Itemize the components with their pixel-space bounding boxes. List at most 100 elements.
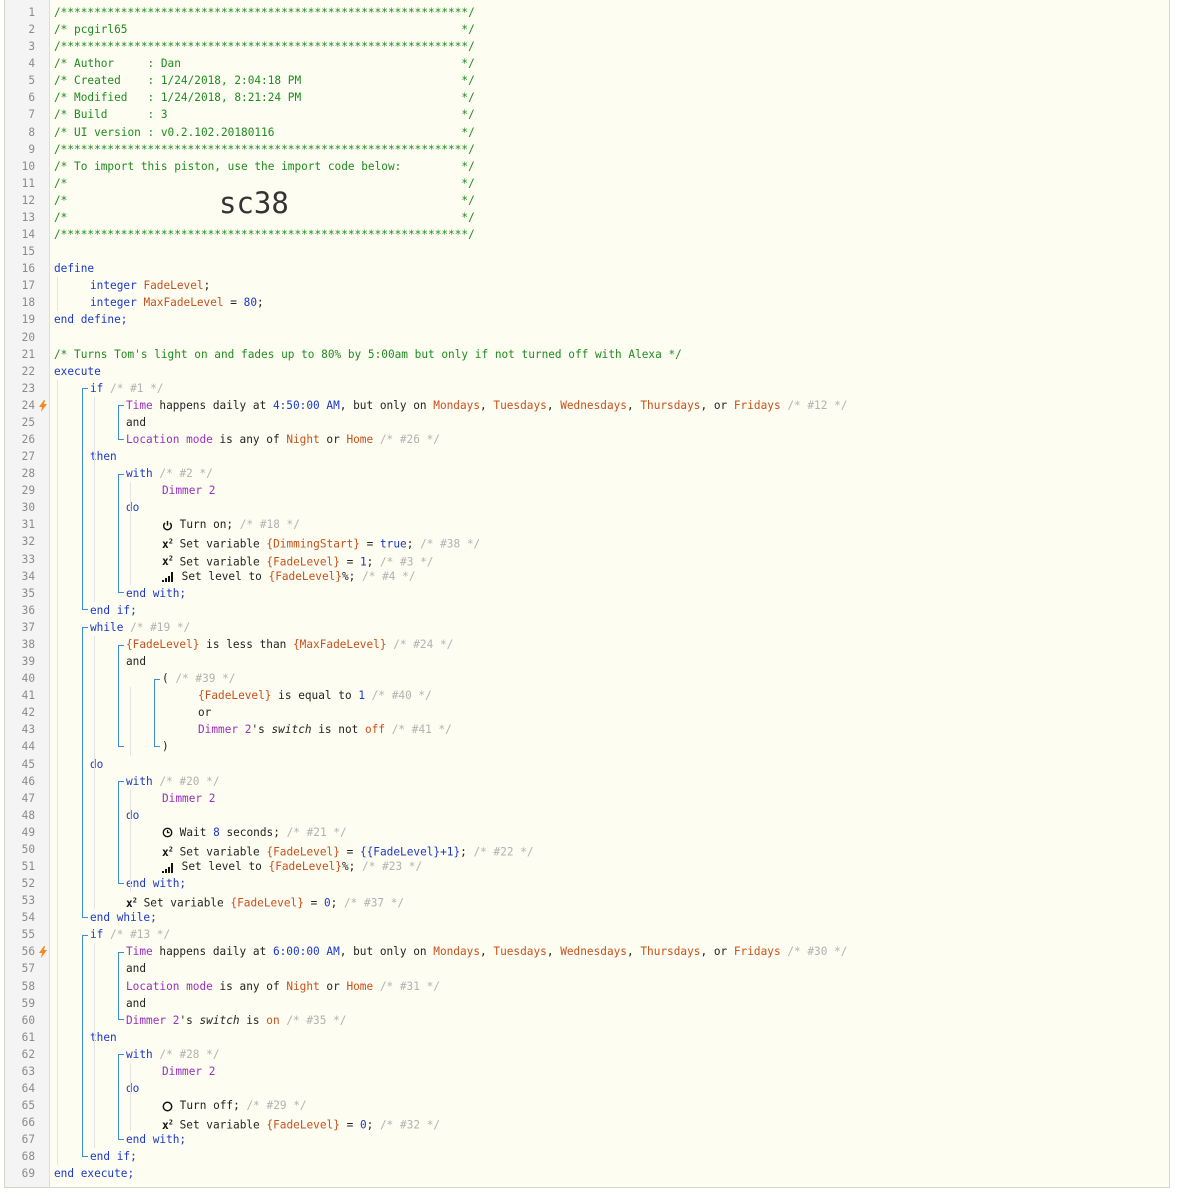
code-line: Location mode is any of Night or Home /*… bbox=[126, 978, 440, 995]
code-token: {FadeLevel} bbox=[268, 569, 342, 583]
block-bracket bbox=[118, 951, 124, 1021]
code-line: and bbox=[126, 414, 146, 431]
code-token: 's bbox=[251, 723, 272, 737]
line-number: 15 bbox=[21, 245, 35, 259]
code-token: Set variable bbox=[136, 896, 231, 910]
code-token: Tuesdays bbox=[493, 398, 547, 412]
line-number: 25 bbox=[21, 415, 35, 429]
code-token: Set variable bbox=[172, 538, 267, 552]
code-token: Time bbox=[126, 398, 153, 412]
code-token: 80 bbox=[243, 296, 257, 310]
code-line: /* To import this piston, use the import… bbox=[54, 158, 475, 175]
line-number: 27 bbox=[21, 450, 35, 464]
code-token: , or bbox=[700, 945, 734, 959]
code-token: , bbox=[480, 398, 494, 412]
code-token: ; bbox=[406, 538, 421, 552]
code-line: /* Build : 3 */ bbox=[54, 106, 475, 123]
code-token: /* #41 */ bbox=[385, 723, 452, 737]
code-line: with /* #20 */ bbox=[126, 773, 220, 790]
line-number: 16 bbox=[21, 262, 35, 276]
code-token: {FadeLevel} bbox=[266, 845, 340, 859]
code-token: Dimmer 2 bbox=[162, 484, 216, 498]
code-line: x2 Set variable {FadeLevel} = 1; /* #3 *… bbox=[162, 551, 433, 569]
line-number: 11 bbox=[21, 176, 35, 190]
code-token: /* Created : 1/24/2018, 2:04:18 PM */ bbox=[54, 74, 475, 88]
code-token: with bbox=[126, 1047, 160, 1061]
line-number: 36 bbox=[21, 603, 35, 617]
code-token: /* #24 */ bbox=[386, 637, 454, 651]
line-number: 9 bbox=[28, 142, 35, 156]
signal-level-icon bbox=[162, 860, 175, 873]
code-token: {FadeLevel} bbox=[126, 637, 200, 651]
code-token: 4:50:00 AM bbox=[272, 398, 340, 412]
code-token: Fridays bbox=[733, 398, 781, 412]
code-token: Night bbox=[286, 433, 320, 446]
code-line: Time happens daily at 6:00:00 AM, but on… bbox=[126, 943, 847, 960]
code-token: /***************************************… bbox=[54, 40, 475, 54]
block-bracket bbox=[118, 781, 124, 884]
code-line: end if; bbox=[90, 1148, 137, 1165]
line-number: 32 bbox=[21, 535, 35, 549]
code-token: ; bbox=[203, 279, 211, 293]
code-line: do bbox=[126, 1080, 139, 1097]
code-line: x2 Set variable {DimmingStart} = true; /… bbox=[162, 533, 480, 552]
code-token: integer bbox=[90, 279, 144, 293]
code-token: /* #18 */ bbox=[239, 518, 300, 532]
indent-guide bbox=[94, 635, 95, 910]
line-number: 48 bbox=[21, 808, 35, 822]
line-number: 62 bbox=[21, 1047, 35, 1061]
line-number: 20 bbox=[21, 330, 35, 344]
line-number: 35 bbox=[21, 586, 35, 600]
code-line: Location mode is any of Night or Home /*… bbox=[126, 431, 440, 448]
code-token: {DimmingStart} bbox=[266, 538, 360, 552]
line-number: 10 bbox=[21, 159, 35, 173]
code-token: happens daily at bbox=[152, 398, 273, 412]
code-token: , bbox=[480, 945, 494, 959]
line-number: 64 bbox=[21, 1082, 35, 1096]
line-number: 43 bbox=[21, 723, 35, 737]
code-token: , bbox=[626, 398, 641, 412]
code-token: /* #29 */ bbox=[246, 1099, 307, 1113]
code-line: with /* #2 */ bbox=[126, 465, 213, 482]
code-token: or bbox=[319, 433, 347, 446]
code-token: /* #2 */ bbox=[159, 467, 213, 481]
line-number: 51 bbox=[21, 860, 35, 873]
line-number: 68 bbox=[21, 1150, 35, 1164]
code-token: Time bbox=[126, 945, 153, 959]
code-token: , bbox=[546, 945, 561, 959]
code-token: end if; bbox=[90, 1150, 137, 1164]
line-number: 34 bbox=[21, 569, 35, 583]
code-token: on bbox=[266, 1013, 280, 1027]
block-bracket bbox=[82, 627, 88, 918]
code-token: switch bbox=[271, 723, 312, 737]
line-number: 3 bbox=[28, 40, 35, 54]
code-line: /* UI version : v0.2.102.20180116 */ bbox=[54, 124, 475, 141]
code-token: Set level to bbox=[175, 569, 269, 583]
line-number: 58 bbox=[21, 979, 35, 993]
line-number: 47 bbox=[21, 791, 35, 805]
code-token: switch bbox=[199, 1013, 240, 1027]
code-line: /* Author : Dan */ bbox=[54, 55, 475, 72]
line-number: 38 bbox=[21, 637, 35, 651]
code-line: /* pcgirl65 */ bbox=[54, 21, 475, 38]
line-number: 69 bbox=[21, 1167, 35, 1181]
code-token: {FadeLevel} bbox=[266, 1118, 340, 1132]
code-token: Fridays bbox=[733, 945, 781, 959]
code-token: Set variable bbox=[172, 1118, 267, 1132]
block-bracket bbox=[82, 388, 88, 611]
line-number: 49 bbox=[21, 825, 35, 839]
code-line: /* Modified : 1/24/2018, 8:21:24 PM */ bbox=[54, 89, 475, 106]
code-line: /* Created : 1/24/2018, 2:04:18 PM */ bbox=[54, 72, 475, 89]
code-token: = bbox=[223, 296, 244, 310]
indent-guide bbox=[130, 1062, 131, 1132]
code-line: do bbox=[90, 756, 103, 773]
code-token: %; bbox=[342, 860, 363, 873]
code-line: {FadeLevel} is less than {MaxFadeLevel} … bbox=[126, 636, 453, 653]
variable-icon: x2 bbox=[162, 1118, 173, 1132]
code-token: Turn off; bbox=[173, 1099, 247, 1113]
code-line: end with; bbox=[126, 1131, 186, 1148]
code-line: end while; bbox=[90, 909, 157, 926]
code-token: /* Modified : 1/24/2018, 8:21:24 PM */ bbox=[54, 91, 475, 105]
code-line: or bbox=[198, 704, 211, 721]
variable-icon: x2 bbox=[126, 896, 137, 910]
